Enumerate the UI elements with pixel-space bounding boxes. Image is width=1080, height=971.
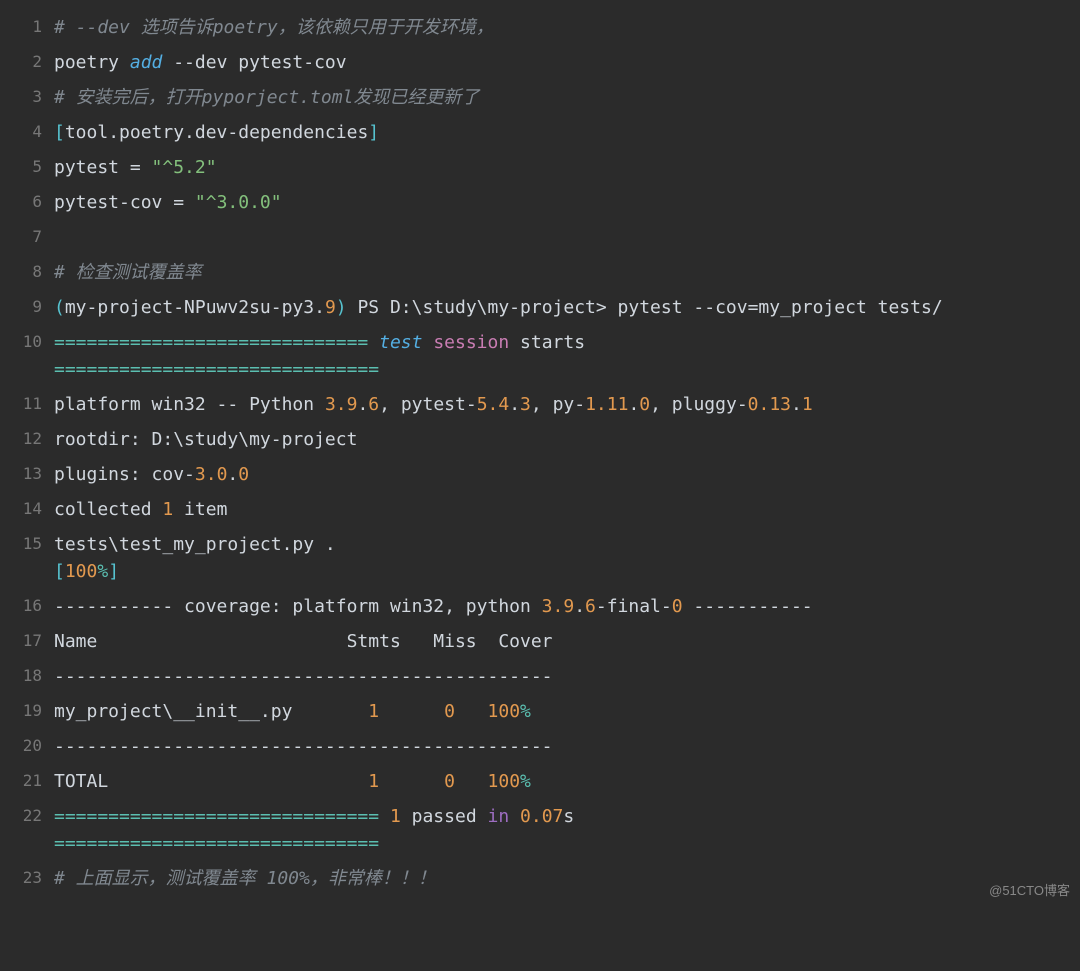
line-content: my_project\__init__.py 1 0 100% <box>54 694 1080 729</box>
line-content: [tool.poetry.dev-dependencies] <box>54 115 1080 150</box>
line-number: 15 <box>0 527 54 556</box>
line-number: 20 <box>0 729 54 758</box>
code-line: 6pytest-cov = "^3.0.0" <box>0 185 1080 220</box>
line-number: 3 <box>0 80 54 109</box>
line-content: # 安装完后，打开pyporject.toml发现已经更新了 <box>54 80 1080 115</box>
watermark: @51CTO博客 <box>989 881 1070 901</box>
line-number: 22 <box>0 799 54 828</box>
code-line: 13plugins: cov-3.0.0 <box>0 457 1080 492</box>
line-content: Name Stmts Miss Cover <box>54 624 1080 659</box>
line-content: plugins: cov-3.0.0 <box>54 457 1080 492</box>
line-content: rootdir: D:\study\my-project <box>54 422 1080 457</box>
code-line: 5pytest = "^5.2" <box>0 150 1080 185</box>
line-number: 13 <box>0 457 54 486</box>
code-line: 3# 安装完后，打开pyporject.toml发现已经更新了 <box>0 80 1080 115</box>
code-line: 23# 上面显示，测试覆盖率 100%，非常棒！！！ <box>0 861 1080 896</box>
code-line: 2poetry add --dev pytest-cov <box>0 45 1080 80</box>
line-content: poetry add --dev pytest-cov <box>54 45 1080 80</box>
line-number: 1 <box>0 10 54 39</box>
line-number: 23 <box>0 861 54 890</box>
code-line: 11platform win32 -- Python 3.9.6, pytest… <box>0 387 1080 422</box>
line-number: 5 <box>0 150 54 179</box>
code-line: 19my_project\__init__.py 1 0 100% <box>0 694 1080 729</box>
line-content: ----------------------------------------… <box>54 729 1080 764</box>
line-content: ----------------------------------------… <box>54 659 1080 694</box>
line-number: 14 <box>0 492 54 521</box>
line-content: # --dev 选项告诉poetry，该依赖只用于开发环境， <box>54 10 1080 45</box>
code-line: 12rootdir: D:\study\my-project <box>0 422 1080 457</box>
line-content: ============================= test sessi… <box>54 325 1080 387</box>
line-number: 11 <box>0 387 54 416</box>
line-content: TOTAL 1 0 100% <box>54 764 1080 799</box>
line-content: tests\test_my_project.py . <box>54 527 1080 589</box>
code-line: 21TOTAL 1 0 100% <box>0 764 1080 799</box>
code-line: 18--------------------------------------… <box>0 659 1080 694</box>
code-line: 1# --dev 选项告诉poetry，该依赖只用于开发环境， <box>0 10 1080 45</box>
line-number: 12 <box>0 422 54 451</box>
line-content <box>54 220 1080 255</box>
line-number: 17 <box>0 624 54 653</box>
code-line: 10============================= test ses… <box>0 325 1080 387</box>
code-line: 14collected 1 item <box>0 492 1080 527</box>
line-content: collected 1 item <box>54 492 1080 527</box>
line-content: pytest-cov = "^3.0.0" <box>54 185 1080 220</box>
line-number: 21 <box>0 764 54 793</box>
line-number: 19 <box>0 694 54 723</box>
line-number: 18 <box>0 659 54 688</box>
line-number: 8 <box>0 255 54 284</box>
line-number: 7 <box>0 220 54 249</box>
line-number: 4 <box>0 115 54 144</box>
line-content: ----------- coverage: platform win32, py… <box>54 589 1080 624</box>
line-content: # 上面显示，测试覆盖率 100%，非常棒！！！ <box>54 861 1080 896</box>
line-content: platform win32 -- Python 3.9.6, pytest-5… <box>54 387 1080 422</box>
line-number: 16 <box>0 589 54 618</box>
line-number: 6 <box>0 185 54 214</box>
code-line: 8# 检查测试覆盖率 <box>0 255 1080 290</box>
code-line: 7 <box>0 220 1080 255</box>
code-line: 4[tool.poetry.dev-dependencies] <box>0 115 1080 150</box>
code-line: 9(my-project-NPuwv2su-py3.9) PS D:\study… <box>0 290 1080 325</box>
line-number: 2 <box>0 45 54 74</box>
code-line: 16----------- coverage: platform win32, … <box>0 589 1080 624</box>
line-content: pytest = "^5.2" <box>54 150 1080 185</box>
line-content: (my-project-NPuwv2su-py3.9) PS D:\study\… <box>54 290 1080 325</box>
code-line: 22============================== 1 passe… <box>0 799 1080 861</box>
code-line: 20--------------------------------------… <box>0 729 1080 764</box>
code-line: 17Name Stmts Miss Cover <box>0 624 1080 659</box>
code-block: 1# --dev 选项告诉poetry，该依赖只用于开发环境，2poetry a… <box>0 0 1080 906</box>
line-content: ============================== 1 passed … <box>54 799 1080 861</box>
line-content: # 检查测试覆盖率 <box>54 255 1080 290</box>
line-number: 10 <box>0 325 54 354</box>
line-number: 9 <box>0 290 54 319</box>
code-line: 15tests\test_my_project.py . <box>0 527 1080 589</box>
